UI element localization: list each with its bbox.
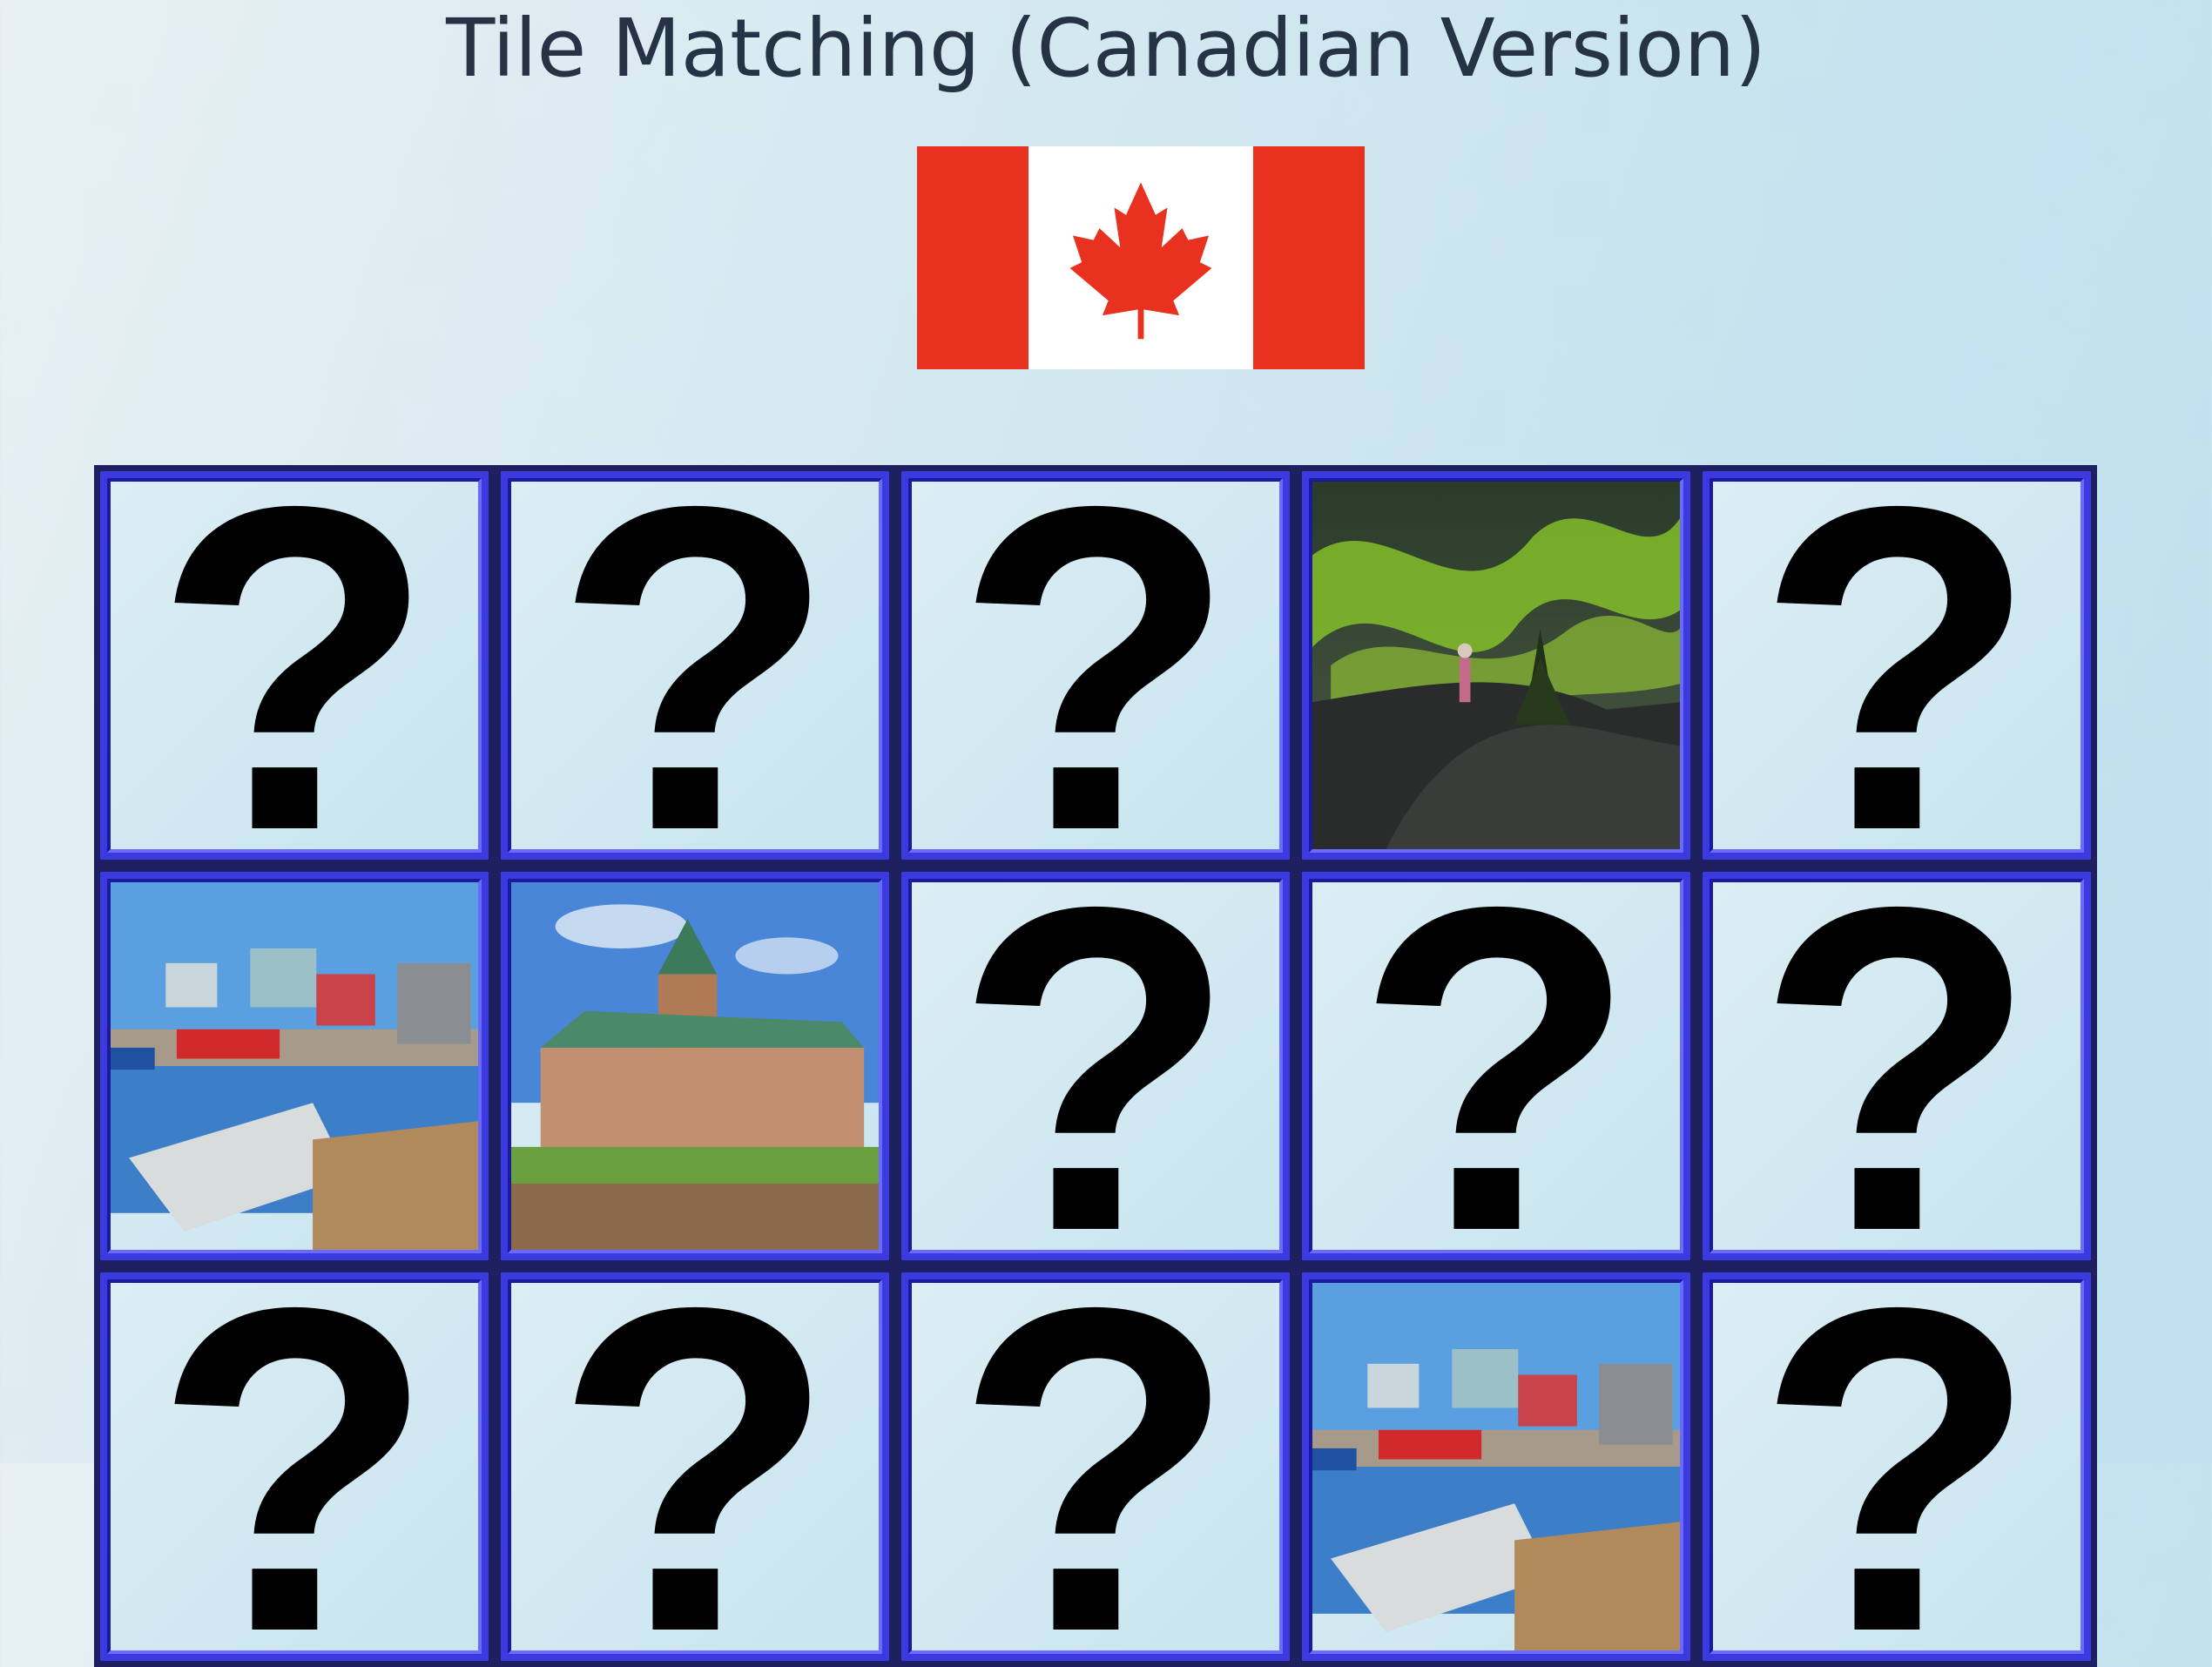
northern-lights-photo (1312, 482, 1680, 849)
tile[interactable]: ? (895, 465, 1296, 866)
tile-face: ? (1710, 879, 2084, 1253)
question-mark: ? (954, 879, 1237, 1253)
question-mark: ? (554, 1279, 836, 1654)
question-mark: ? (954, 478, 1237, 853)
tile[interactable] (1296, 1266, 1696, 1667)
question-mark: ? (1355, 879, 1637, 1253)
tile-face: ? (908, 879, 1283, 1253)
question-mark: ? (1756, 879, 2038, 1253)
tile-face: ? (107, 478, 482, 853)
fishing-village-photo (1312, 1283, 1680, 1650)
tile[interactable]: ? (1696, 1266, 2097, 1667)
question-mark: ? (1756, 478, 2038, 853)
tile[interactable]: ? (1696, 866, 2097, 1266)
fishing-village-photo (111, 882, 478, 1250)
tile[interactable]: ? (895, 866, 1296, 1266)
tile[interactable] (94, 866, 495, 1266)
tile[interactable]: ? (94, 465, 495, 866)
page-title: Tile Matching (Canadian Version) (446, 2, 1766, 95)
tile-face: ? (1710, 478, 2084, 853)
flag-right-band (1253, 146, 1365, 369)
tile-board: ??? ? ? ? ? ? ? ? ? (94, 465, 2097, 1667)
tile-face: ? (508, 1279, 882, 1654)
tile[interactable]: ? (495, 465, 895, 866)
tile[interactable]: ? (94, 1266, 495, 1667)
tile-face: ? (908, 1279, 1283, 1654)
tile-face: ? (1710, 1279, 2084, 1654)
question-mark: ? (554, 478, 836, 853)
question-mark: ? (153, 1279, 435, 1654)
question-mark: ? (954, 1279, 1237, 1654)
flag-left-band (917, 146, 1028, 369)
tile-face (107, 879, 482, 1253)
tile-face: ? (107, 1279, 482, 1654)
question-mark: ? (1756, 1279, 2038, 1654)
tile[interactable] (1296, 465, 1696, 866)
tile-face: ? (908, 478, 1283, 853)
tile[interactable]: ? (1696, 465, 2097, 866)
tile-face: ? (508, 478, 882, 853)
tile-face (1309, 1279, 1683, 1654)
tile-face: ? (1309, 879, 1683, 1253)
tile[interactable]: ? (1296, 866, 1696, 1266)
tile-face (508, 879, 882, 1253)
canada-flag (917, 146, 1365, 369)
tile[interactable]: ? (495, 1266, 895, 1667)
tile[interactable]: ? (895, 1266, 1296, 1667)
maple-leaf-icon (1069, 182, 1212, 340)
question-mark: ? (153, 478, 435, 853)
tile-face (1309, 478, 1683, 853)
chateau-frontenac-photo (511, 882, 879, 1250)
tile[interactable] (495, 866, 895, 1266)
flag-center-band (1028, 146, 1253, 369)
